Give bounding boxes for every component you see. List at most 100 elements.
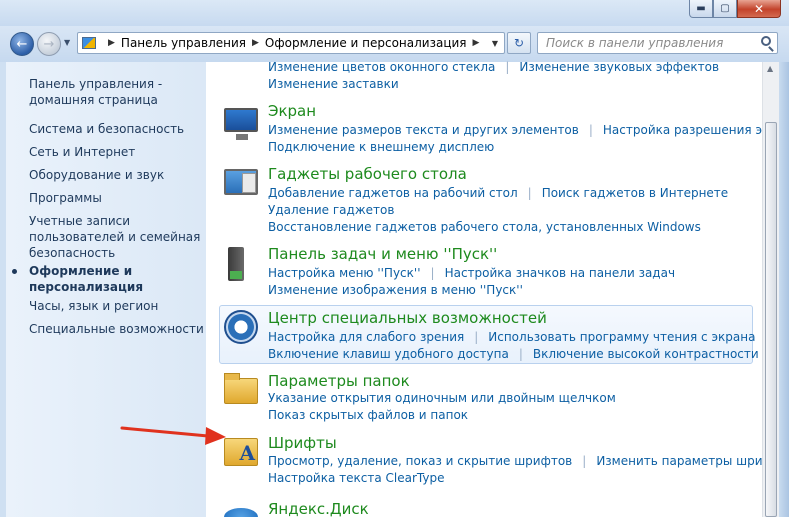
sidebar-item-hardware[interactable]: Оборудование и звук [29,167,164,183]
category-title[interactable]: Панель задач и меню ''Пуск'' [268,245,497,263]
scroll-up-icon[interactable]: ▲ [767,64,773,73]
link-view-fonts[interactable]: Просмотр, удаление, показ и скрытие шриф… [268,454,572,468]
link-row: Включение клавиш удобного доступа | Вклю… [268,347,759,361]
category-title[interactable]: Центр специальных возможностей [268,309,547,327]
link-external-display[interactable]: Подключение к внешнему дисплею [268,140,494,154]
link-screensaver[interactable]: Изменение заставки [268,77,399,91]
scroll-thumb[interactable] [765,122,777,517]
breadcrumb-control-panel[interactable]: Панель управления [121,36,246,50]
recent-pages-dropdown[interactable]: ▼ [64,38,70,47]
link-low-vision[interactable]: Настройка для слабого зрения [268,330,464,344]
sidebar-item-accessibility[interactable]: Специальные возможности [29,321,204,337]
breadcrumb-appearance[interactable]: Оформление и персонализация [265,36,467,50]
category-yandex-disk: Яндекс.Диск [214,500,754,517]
link-separator: | [527,186,532,200]
link-sound-effects[interactable]: Изменение звуковых эффектов [519,60,719,74]
address-bar[interactable]: ▶ Панель управления ▶ Оформление и персо… [77,32,505,54]
link-row: Изменение цветов оконного стекла | Измен… [268,60,719,74]
category-gadgets: Гаджеты рабочего стола Добавление гаджет… [214,165,754,237]
sidebar-item-home[interactable]: Панель управления - домашняя страница [29,76,162,108]
address-dropdown-icon[interactable]: ▼ [486,39,504,48]
link-row: Изменение изображения в меню ''Пуск'' [268,283,523,297]
link-row: Указание открытия одиночным или двойным … [268,391,616,405]
vertical-scrollbar[interactable]: ▲ [762,62,779,517]
category-folder-options: Параметры папок Указание открытия одиноч… [214,372,754,428]
link-row: Показ скрытых файлов и папок [268,408,468,422]
link-separator: | [582,454,587,468]
gadgets-icon[interactable] [224,169,258,195]
link-remove-gadgets[interactable]: Удаление гаджетов [268,203,394,217]
link-taskbar-icons[interactable]: Настройка значков на панели задач [445,266,675,280]
title-bar: ▬ ▢ ✕ [0,0,789,26]
link-text-size[interactable]: Изменение размеров текста и других элеме… [268,123,579,137]
link-separator: | [474,330,479,344]
link-row: Добавление гаджетов на рабочий стол | По… [268,186,728,200]
link-separator: | [430,266,435,280]
link-sticky-keys[interactable]: Включение клавиш удобного доступа [268,347,509,361]
cloud-disk-icon[interactable] [224,508,258,517]
link-find-gadgets[interactable]: Поиск гаджетов в Интернете [542,186,729,200]
link-screen-reader[interactable]: Использовать программу чтения с экрана [488,330,755,344]
category-title[interactable]: Шрифты [268,434,337,452]
minimize-button[interactable]: ▬ [689,0,713,18]
link-glass-color[interactable]: Изменение цветов оконного стекла [268,60,495,74]
sidebar-item-accounts[interactable]: Учетные записи пользователей и семейная … [29,213,200,261]
annotation-arrow [120,426,226,445]
sidebar-item-security[interactable]: Система и безопасность [29,121,184,137]
link-start-menu[interactable]: Настройка меню ''Пуск'' [268,266,421,280]
link-separator: | [518,347,523,361]
link-row: Восстановление гаджетов рабочего стола, … [268,220,701,234]
link-row: Настройка меню ''Пуск'' | Настройка знач… [268,266,675,280]
navigation-bar: ← → ▼ ▶ Панель управления ▶ Оформление и… [0,26,789,62]
sidebar-item-appearance[interactable]: Оформление и персонализация [29,263,143,295]
category-accessibility-center[interactable]: Центр специальных возможностей Настройка… [219,305,759,364]
link-row: Удаление гаджетов [268,203,394,217]
category-title[interactable]: Яндекс.Диск [268,500,369,517]
link-row: Настройка текста ClearType [268,471,444,485]
maximize-button[interactable]: ▢ [713,0,737,18]
category-taskbar: Панель задач и меню ''Пуск'' Настройка м… [214,245,754,301]
category-personalization: Изменение цветов оконного стекла | Измен… [214,60,754,92]
link-start-picture[interactable]: Изменение изображения в меню ''Пуск'' [268,283,523,297]
breadcrumb-separator[interactable]: ▶ [108,38,115,48]
category-title[interactable]: Экран [268,102,316,120]
close-button[interactable]: ✕ [737,0,781,18]
taskbar-icon[interactable] [228,247,244,281]
link-cleartype[interactable]: Настройка текста ClearType [268,471,444,485]
breadcrumb-separator[interactable]: ▶ [473,38,480,48]
sidebar-item-programs[interactable]: Программы [29,190,102,206]
category-title[interactable]: Гаджеты рабочего стола [268,165,467,183]
category-title[interactable]: Параметры папок [268,372,410,390]
link-restore-gadgets[interactable]: Восстановление гаджетов рабочего стола, … [268,220,701,234]
active-bullet [12,269,17,274]
link-click-mode[interactable]: Указание открытия одиночным или двойным … [268,391,616,405]
search-icon[interactable] [761,36,771,46]
link-add-gadgets[interactable]: Добавление гаджетов на рабочий стол [268,186,518,200]
window-controls: ▬ ▢ ✕ [689,0,781,20]
breadcrumb-separator[interactable]: ▶ [252,38,259,48]
link-row: Просмотр, удаление, показ и скрытие шриф… [268,454,787,468]
forward-button[interactable]: → [37,32,61,56]
link-row: Подключение к внешнему дисплею [268,140,494,154]
accessibility-icon[interactable] [224,310,258,344]
control-panel-icon [82,37,96,49]
link-row: Изменение размеров текста и других элеме… [268,123,789,137]
link-row: Настройка для слабого зрения | Использов… [268,330,755,344]
link-hidden-files[interactable]: Показ скрытых файлов и папок [268,408,468,422]
link-row: Изменение заставки [268,77,399,91]
search-placeholder: Поиск в панели управления [546,36,724,50]
folder-icon[interactable] [224,373,258,404]
back-button[interactable]: ← [10,32,34,56]
category-fonts: A Шрифты Просмотр, удаление, показ и скр… [214,434,787,490]
link-separator: | [505,60,510,74]
refresh-button[interactable]: ↻ [507,32,531,54]
link-high-contrast[interactable]: Включение высокой контрастности [533,347,759,361]
link-separator: | [588,123,593,137]
monitor-icon[interactable] [224,108,258,140]
window-border [779,62,789,517]
category-display: Экран Изменение размеров текста и других… [214,102,789,158]
search-input[interactable]: Поиск в панели управления [537,32,778,54]
sidebar-item-network[interactable]: Сеть и Интернет [29,144,135,160]
link-font-settings[interactable]: Изменить параметры шрифта [596,454,787,468]
sidebar-item-clock-language[interactable]: Часы, язык и регион [29,298,158,314]
